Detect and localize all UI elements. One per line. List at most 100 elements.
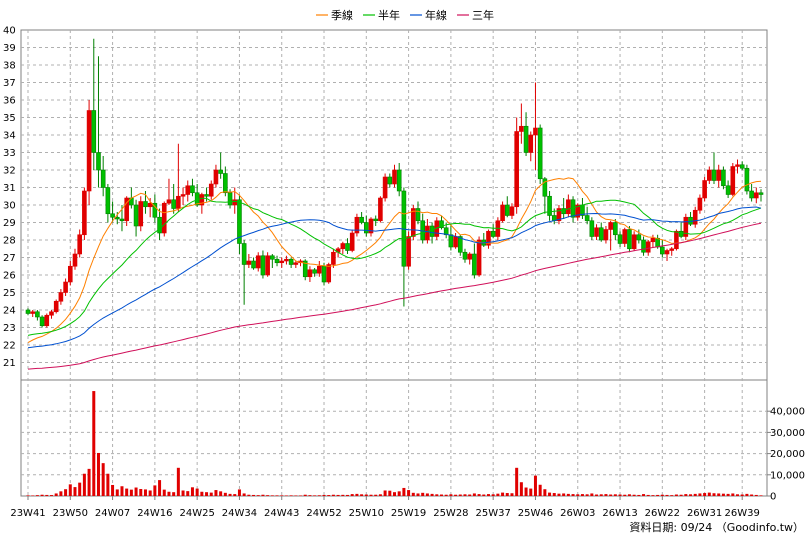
volume-bar — [684, 494, 688, 496]
candle-body — [39, 316, 45, 327]
price-tick-label: 26 — [3, 271, 16, 282]
volume-bar — [463, 494, 467, 496]
volume-bar — [369, 494, 373, 496]
x-tick-label: 24W16 — [137, 508, 172, 519]
volume-bar — [421, 492, 425, 496]
volume-bar — [82, 473, 86, 496]
volume-tick-label: 0 — [770, 492, 776, 503]
x-tick-label: 24W43 — [264, 508, 299, 519]
candle — [378, 196, 383, 223]
volume-bar — [491, 494, 495, 496]
legend-label: 三年 — [472, 8, 494, 22]
price-tick-label: 24 — [3, 306, 16, 317]
candle-body — [509, 206, 515, 216]
volume-bar — [425, 493, 429, 496]
volume-bar — [252, 494, 256, 496]
volume-bar — [580, 494, 584, 496]
volume-bar — [378, 494, 382, 496]
volume-bar — [134, 487, 138, 496]
volume-axis-ticks: 0 10,000 20,000 30,000 40,000 — [767, 407, 805, 503]
candle-body — [735, 164, 740, 167]
volume-bar — [599, 494, 603, 496]
volume-bar — [172, 492, 176, 496]
volume-bar — [411, 492, 415, 496]
volume-bar — [87, 468, 91, 496]
candle-body — [613, 222, 618, 236]
volume-bar — [346, 494, 350, 496]
candle — [82, 187, 87, 240]
volume-bar — [689, 494, 693, 496]
volume-bar — [92, 391, 96, 496]
price-tick-label: 31 — [3, 183, 16, 194]
candle-body — [584, 215, 590, 222]
volume-bar — [740, 494, 744, 496]
candle-body — [86, 110, 92, 192]
volume-bar — [45, 494, 49, 496]
price-tick-label: 38 — [3, 61, 16, 72]
candle-body — [166, 199, 172, 204]
volume-bar — [736, 494, 740, 496]
volume-bar — [552, 493, 556, 496]
price-tick-label: 35 — [3, 113, 16, 124]
candle-body — [176, 195, 181, 209]
price-tick-label: 33 — [3, 148, 16, 159]
x-axis-ticks: 23W41 23W50 24W07 24W16 24W25 24W34 24W43 24W52… — [10, 496, 760, 519]
volume-bar — [515, 467, 519, 496]
candle-body — [707, 169, 712, 181]
candle-body — [504, 204, 510, 216]
x-tick-label: 26W31 — [687, 508, 722, 519]
candle-body — [396, 169, 402, 192]
candle-body — [467, 253, 472, 260]
volume-bar — [416, 493, 420, 496]
volume-bar — [360, 494, 364, 496]
candle-body — [67, 265, 73, 283]
candle-body — [293, 262, 299, 265]
volume-bar — [186, 491, 190, 496]
candle-body — [110, 213, 115, 218]
volume-bar — [143, 489, 147, 496]
candle-body — [265, 255, 270, 276]
candle-body — [190, 185, 195, 194]
volume-bar — [200, 491, 204, 496]
candle-body — [387, 176, 393, 185]
candle-body — [500, 204, 505, 222]
candle-body — [25, 309, 31, 314]
candle-body — [208, 183, 214, 197]
candle-body — [49, 311, 54, 316]
volume-bar — [393, 492, 396, 496]
candle-body — [96, 152, 101, 171]
volume-bar — [284, 495, 288, 496]
candle-body — [392, 169, 397, 185]
candle-body — [246, 260, 252, 265]
volume-bar — [590, 493, 594, 496]
volume-bar — [336, 494, 340, 496]
volume-bar — [129, 489, 133, 496]
volume-bar — [355, 493, 359, 496]
candle-body — [655, 237, 660, 248]
volume-bar — [106, 473, 110, 496]
candle-body — [721, 169, 726, 187]
data-source-text: 資料日期: 09/24 （Goodinfo.tw） — [629, 520, 804, 534]
candle-body — [410, 208, 416, 237]
candle-body — [326, 264, 332, 283]
legend-entry: 半年 — [363, 8, 400, 22]
candle-body — [429, 225, 435, 237]
candle-body — [63, 281, 68, 293]
price-tick-label: 36 — [3, 96, 16, 107]
x-tick-label: 25W28 — [433, 508, 468, 519]
volume-bar — [618, 494, 622, 496]
candle-body — [213, 169, 219, 185]
x-tick-label: 24W07 — [95, 508, 130, 519]
candle-body — [354, 216, 360, 234]
chart-legend: 季線 半年 年線 三年 — [316, 8, 494, 22]
volume-bar — [557, 493, 561, 496]
volume-bar — [642, 494, 646, 496]
volume-bar — [289, 495, 293, 496]
candle — [514, 117, 519, 214]
price-tick-label: 25 — [3, 288, 16, 299]
candle-body — [317, 265, 322, 274]
volume-panel-frame — [20, 379, 768, 497]
candle — [537, 124, 543, 184]
candle-body — [744, 167, 750, 192]
volume-bar — [745, 493, 749, 496]
